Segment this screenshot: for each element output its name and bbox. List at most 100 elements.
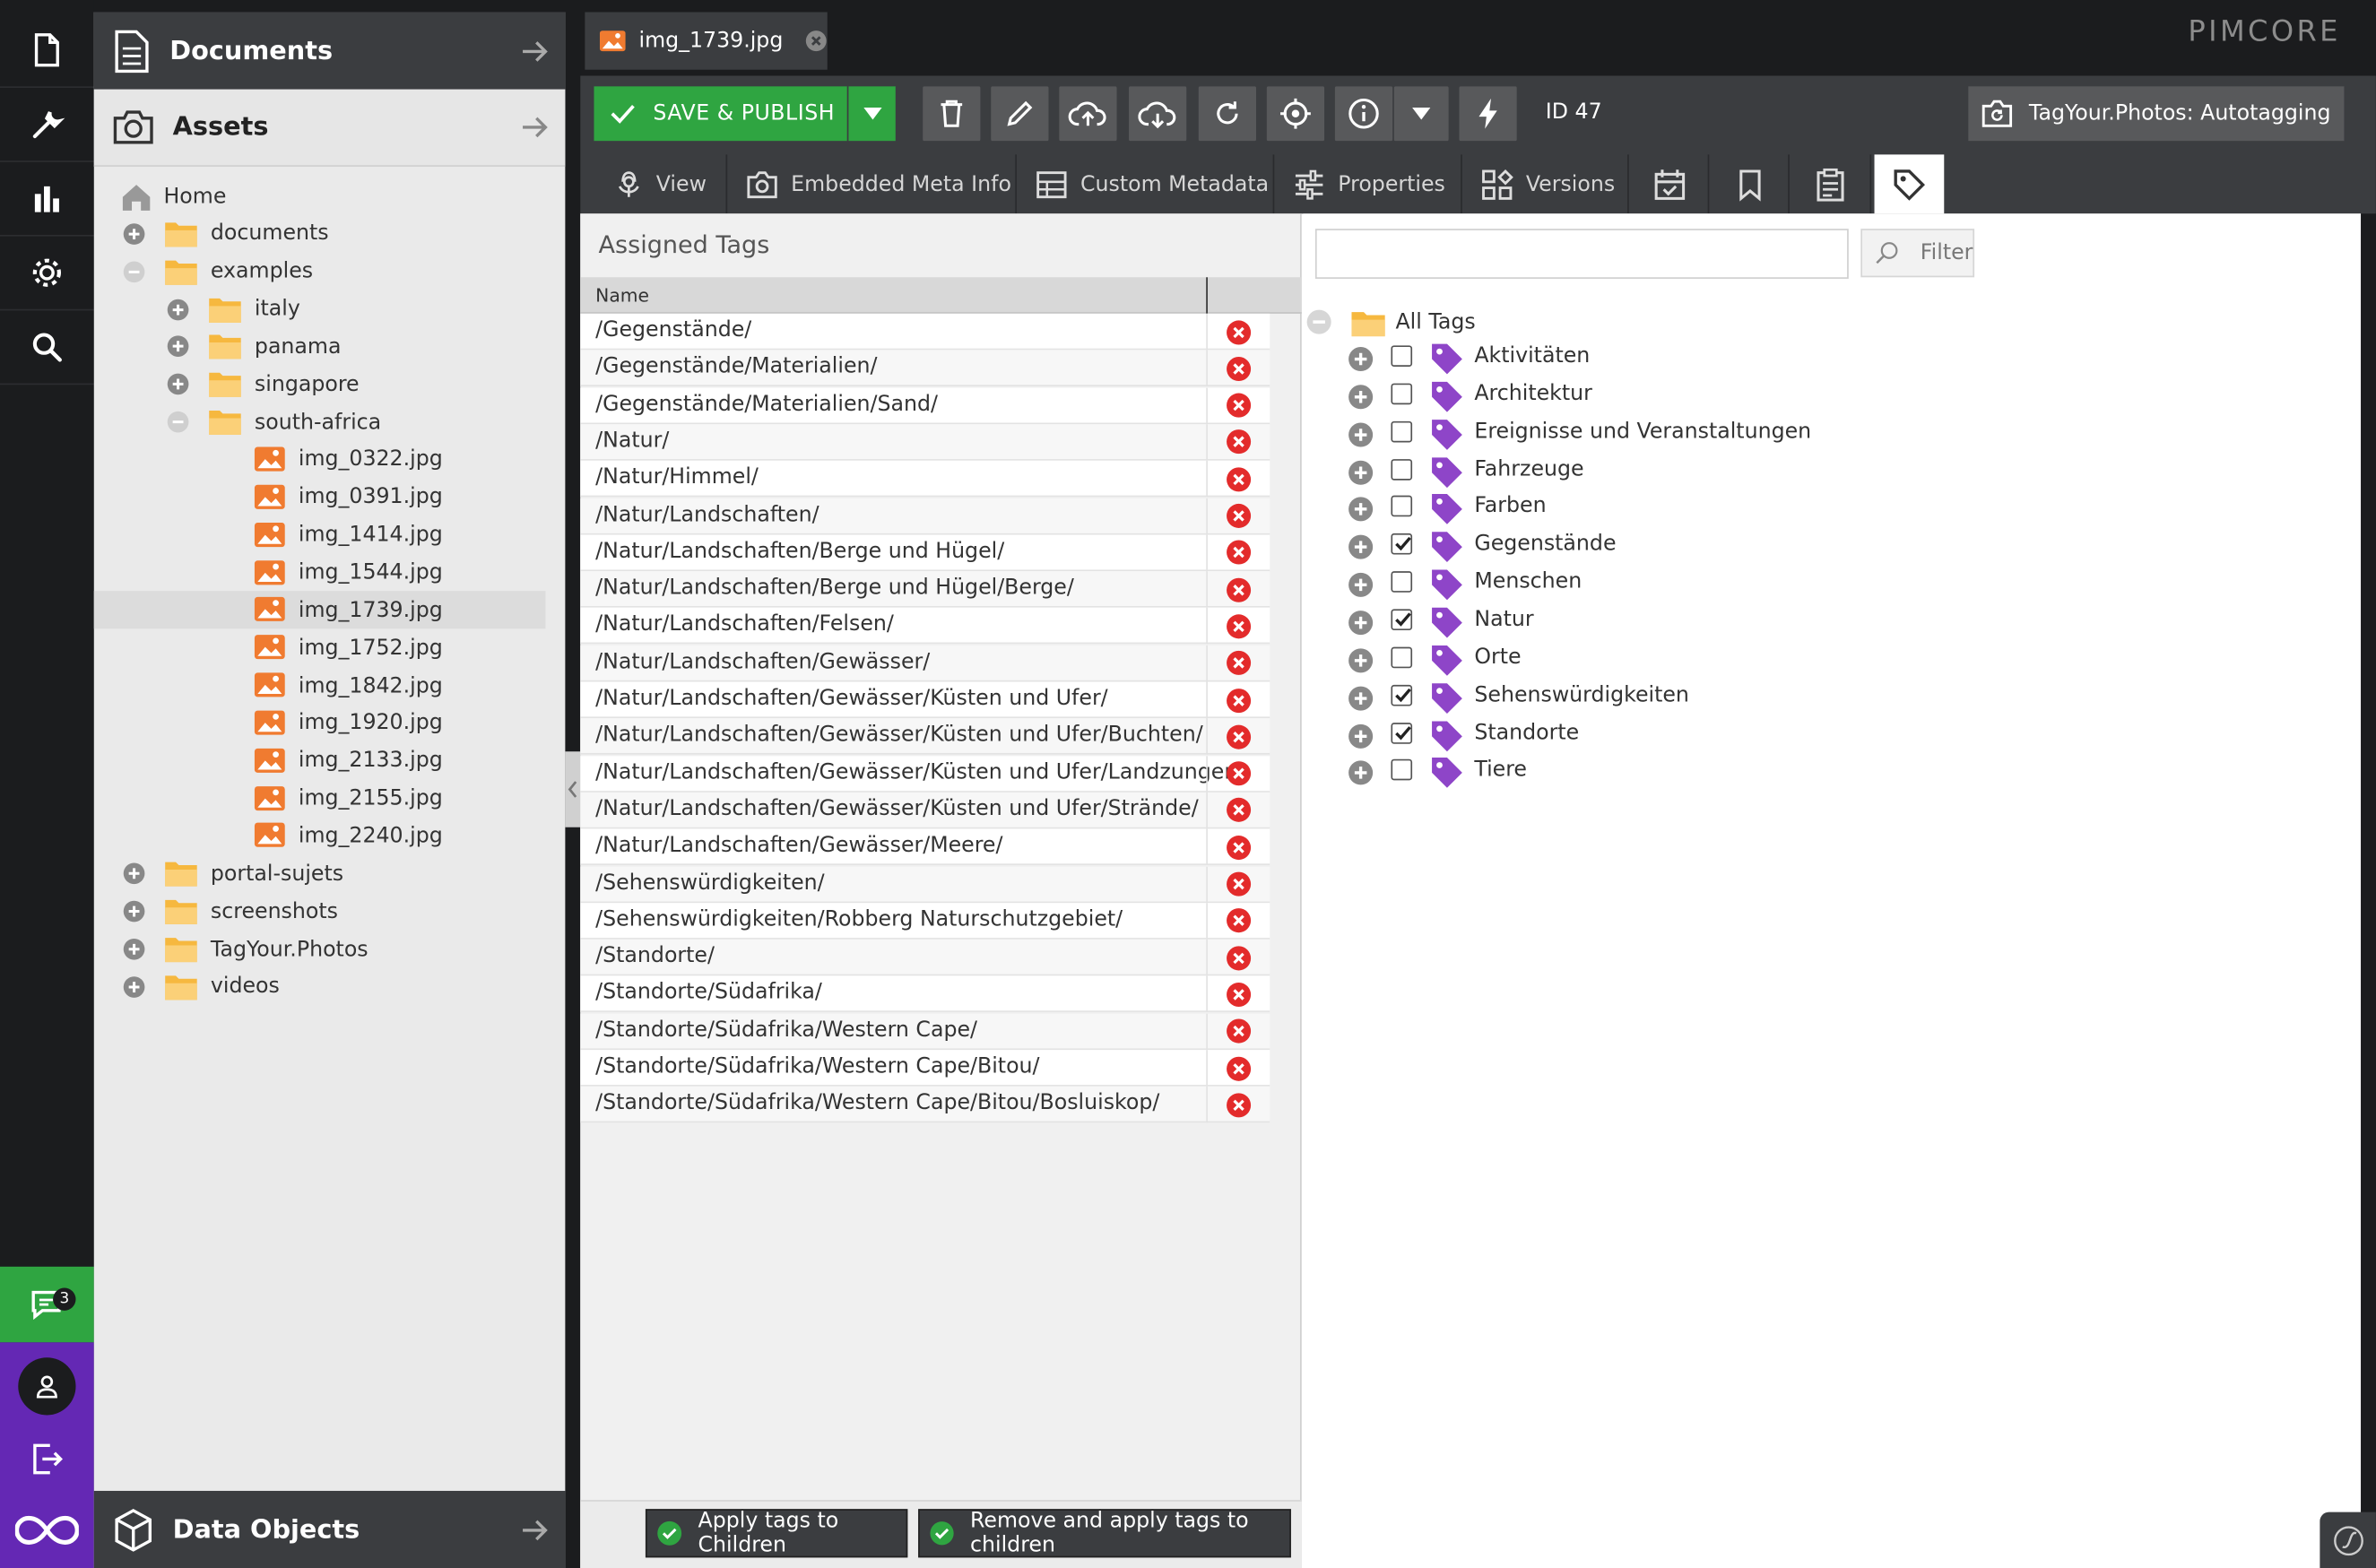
table-row[interactable]: /Natur/Landschaften/Berge und Hügel/	[580, 534, 1270, 571]
table-row[interactable]: /Sehenswürdigkeiten/	[580, 865, 1270, 903]
table-row[interactable]: /Natur/Landschaften/Felsen/	[580, 608, 1270, 645]
nav-documents-button[interactable]	[0, 13, 94, 89]
expand-icon[interactable]	[1347, 722, 1374, 749]
tab-bookmark[interactable]	[1711, 154, 1790, 214]
remove-tag-button[interactable]	[1206, 645, 1270, 681]
tab-schedule[interactable]	[1630, 154, 1710, 214]
tag-tree-item[interactable]: Standorte	[1347, 716, 2256, 754]
remove-tag-button[interactable]	[1206, 681, 1270, 719]
remove-tag-button[interactable]	[1206, 608, 1270, 645]
tag-tree-item[interactable]: Orte	[1347, 641, 2256, 679]
tree-item[interactable]: img_0391.jpg	[94, 479, 546, 516]
table-row[interactable]: /Natur/Landschaften/	[580, 498, 1270, 534]
tag-tree-item[interactable]: Gegenstände	[1347, 528, 2256, 566]
expand-icon[interactable]	[1347, 684, 1374, 711]
rename-button[interactable]	[991, 86, 1049, 142]
remove-tag-button[interactable]	[1206, 939, 1270, 976]
tab-notes[interactable]	[1791, 154, 1872, 214]
expand-icon[interactable]	[1347, 533, 1374, 560]
expand-icon[interactable]	[1347, 345, 1374, 372]
table-row[interactable]: /Natur/Landschaften/Gewässer/Meere/	[580, 828, 1270, 866]
expand-icon[interactable]	[167, 335, 189, 358]
more-options-dropdown[interactable]	[1393, 86, 1449, 142]
remove-tag-button[interactable]	[1206, 534, 1270, 571]
tree-item[interactable]: img_1544.jpg	[94, 554, 546, 592]
autotagging-button[interactable]: TagYour.Photos: Autotagging	[1968, 86, 2345, 142]
logout-button[interactable]	[29, 1441, 65, 1477]
tree-item[interactable]: portal-sujets	[94, 855, 546, 893]
quick-action-button[interactable]	[1459, 86, 1517, 142]
tree-item[interactable]: italy	[94, 290, 546, 328]
expand-icon[interactable]	[1347, 609, 1374, 636]
remove-tag-button[interactable]	[1206, 571, 1270, 608]
tree-item[interactable]: videos	[94, 968, 546, 1006]
symfony-toolbar-toggle[interactable]	[2320, 1512, 2376, 1568]
collapse-icon[interactable]	[167, 411, 189, 433]
nav-marketing-button[interactable]	[0, 162, 94, 237]
expand-icon[interactable]	[123, 938, 145, 960]
tree-item[interactable]: img_1752.jpg	[94, 629, 546, 667]
locate-in-tree-button[interactable]	[1266, 86, 1325, 142]
table-row[interactable]: /Natur/Landschaften/Gewässer/	[580, 645, 1270, 681]
tag-tree-root[interactable]: All Tags	[1303, 303, 1476, 341]
expand-icon[interactable]	[167, 373, 189, 395]
tag-tree-item[interactable]: Natur	[1347, 603, 2256, 641]
apply-tags-to-children-button[interactable]: Apply tags to Children	[645, 1509, 908, 1558]
collapse-splitter[interactable]	[565, 751, 581, 827]
remove-tag-button[interactable]	[1206, 976, 1270, 1013]
table-row[interactable]: /Standorte/Südafrika/Western Cape/	[580, 1013, 1270, 1050]
tag-checkbox[interactable]	[1391, 345, 1413, 367]
tab-properties[interactable]: Properties	[1276, 154, 1462, 214]
collapse-icon[interactable]	[1306, 309, 1332, 335]
nav-settings-button[interactable]	[0, 237, 94, 311]
remove-tag-button[interactable]	[1206, 498, 1270, 534]
remove-tag-button[interactable]	[1206, 1013, 1270, 1050]
table-row[interactable]: /Standorte/Südafrika/	[580, 976, 1270, 1013]
table-row[interactable]: /Sehenswürdigkeiten/Robberg Naturschutzg…	[580, 902, 1270, 940]
tab-custom-metadata[interactable]: Custom Metadata	[1019, 154, 1275, 214]
tree-item[interactable]: img_2240.jpg	[94, 818, 546, 855]
table-row[interactable]: /Natur/Landschaften/Gewässer/Küsten und …	[580, 792, 1270, 829]
table-row[interactable]: /Natur/Landschaften/Gewässer/Küsten und …	[580, 681, 1270, 719]
table-row[interactable]: /Standorte/	[580, 939, 1270, 976]
table-row[interactable]: /Natur/Himmel/	[580, 461, 1270, 498]
table-row[interactable]: /Natur/	[580, 424, 1270, 461]
asset-editor-tab[interactable]: img_1739.jpg	[585, 12, 828, 70]
remove-tag-button[interactable]	[1206, 902, 1270, 940]
upload-button[interactable]	[1059, 86, 1117, 142]
tree-item[interactable]: singapore	[94, 366, 546, 403]
expand-icon[interactable]	[1347, 383, 1374, 410]
tag-tree-item[interactable]: Fahrzeuge	[1347, 453, 2256, 490]
expand-icon[interactable]	[123, 862, 145, 885]
nav-search-button[interactable]	[0, 310, 94, 386]
table-row[interactable]: /Standorte/Südafrika/Western Cape/Bitou/	[580, 1050, 1270, 1087]
remove-tag-button[interactable]	[1206, 792, 1270, 829]
tree-item[interactable]: img_1842.jpg	[94, 667, 546, 705]
filter-button[interactable]: Filter	[1860, 229, 1975, 278]
remove-tag-button[interactable]	[1206, 313, 1270, 351]
table-row[interactable]: /Gegenstände/	[580, 313, 1270, 351]
tree-item[interactable]: panama	[94, 328, 546, 366]
tag-checkbox[interactable]	[1391, 722, 1413, 743]
expand-icon[interactable]	[1347, 496, 1374, 523]
data-objects-panel-header[interactable]: Data Objects	[93, 1490, 566, 1568]
tree-item[interactable]: img_2155.jpg	[94, 780, 546, 818]
close-tab-icon[interactable]	[804, 27, 828, 54]
remove-tag-button[interactable]	[1206, 350, 1270, 387]
tab-view[interactable]: View	[599, 154, 728, 214]
reload-button[interactable]	[1198, 86, 1257, 142]
expand-icon[interactable]	[1347, 646, 1374, 673]
tag-checkbox[interactable]	[1391, 684, 1413, 706]
remove-tag-button[interactable]	[1206, 386, 1270, 424]
tag-checkbox[interactable]	[1391, 383, 1413, 404]
tag-checkbox[interactable]	[1391, 759, 1413, 781]
tree-item[interactable]: TagYour.Photos	[94, 931, 546, 968]
remove-tag-button[interactable]	[1206, 424, 1270, 461]
table-row[interactable]: /Gegenstände/Materialien/	[580, 350, 1270, 387]
tag-checkbox[interactable]	[1391, 420, 1413, 442]
expand-icon[interactable]	[167, 298, 189, 320]
collapse-icon[interactable]	[123, 260, 145, 282]
expand-icon[interactable]	[123, 975, 145, 998]
expand-icon[interactable]	[1347, 420, 1374, 447]
notifications-button[interactable]: 3	[0, 1266, 94, 1343]
